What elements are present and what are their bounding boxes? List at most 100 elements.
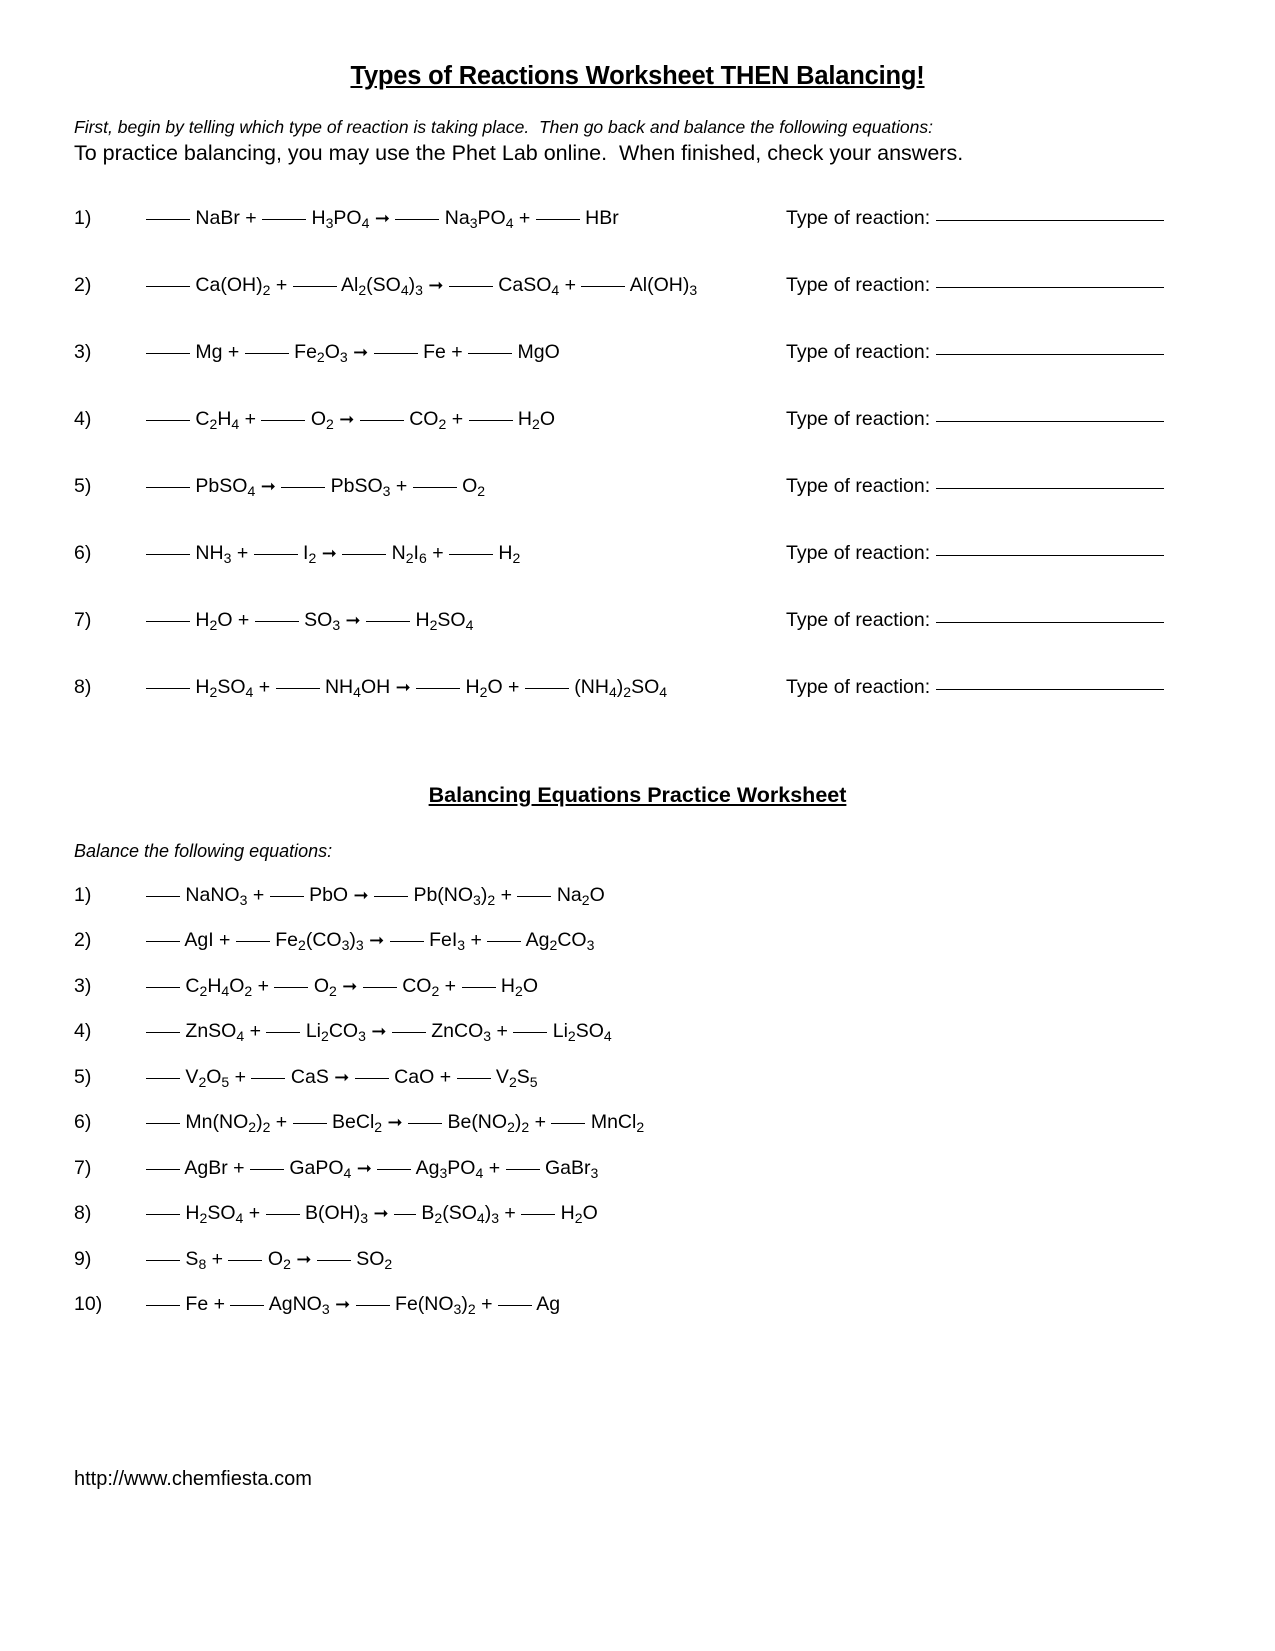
coefficient-blank[interactable] (551, 1123, 586, 1125)
coefficient-blank[interactable] (146, 486, 190, 488)
coefficient-blank[interactable] (146, 218, 190, 220)
coefficient-blank[interactable] (461, 986, 496, 988)
coefficient-blank[interactable] (581, 285, 626, 287)
coefficient-blank[interactable] (265, 1214, 300, 1216)
coefficient-blank[interactable] (274, 986, 309, 988)
section2-instruction: Balance the following equations: (74, 840, 333, 861)
type-of-reaction-blank[interactable] (936, 353, 1165, 355)
type-of-reaction-field: Type of reaction: (786, 408, 1165, 431)
coefficient-blank[interactable] (393, 1214, 416, 1216)
coefficient-blank[interactable] (292, 285, 337, 287)
coefficient-blank[interactable] (497, 1305, 532, 1307)
equation-row: 6) Mn(NO2)2 + BeCl2 ➞ Be(NO2)2 + MnCl2 (0, 1111, 1275, 1157)
equation-row: 5) V2O5 + CaS ➞ CaO + V2S5 (0, 1066, 1275, 1112)
coefficient-blank[interactable] (146, 1214, 180, 1216)
worksheet-page: Types of Reactions Worksheet THEN Balanc… (0, 0, 1275, 1651)
type-of-reaction-blank[interactable] (936, 420, 1165, 422)
coefficient-blank[interactable] (230, 1305, 265, 1307)
coefficient-blank[interactable] (146, 285, 190, 287)
coefficient-blank[interactable] (377, 1168, 412, 1170)
coefficient-blank[interactable] (254, 620, 299, 622)
equation-row: 1) NaNO3 + PbO ➞ Pb(NO3)2 + Na2O (0, 884, 1275, 930)
type-of-reaction-blank[interactable] (936, 554, 1165, 556)
coefficient-blank[interactable] (517, 895, 552, 897)
type-of-reaction-blank[interactable] (936, 621, 1165, 623)
coefficient-blank[interactable] (146, 1259, 180, 1261)
coefficient-blank[interactable] (316, 1259, 351, 1261)
coefficient-blank[interactable] (269, 895, 304, 897)
coefficient-blank[interactable] (359, 419, 404, 421)
footer-url[interactable]: http://www.chemfiesta.com (74, 1468, 312, 1491)
coefficient-blank[interactable] (146, 1123, 180, 1125)
coefficient-blank[interactable] (416, 687, 461, 689)
type-of-reaction-blank[interactable] (936, 487, 1165, 489)
coefficient-blank[interactable] (146, 687, 190, 689)
coefficient-blank[interactable] (449, 553, 494, 555)
page-title: Types of Reactions Worksheet THEN Balanc… (350, 62, 925, 90)
coefficient-blank[interactable] (228, 1259, 263, 1261)
coefficient-blank[interactable] (281, 486, 326, 488)
coefficient-blank[interactable] (468, 352, 513, 354)
coefficient-blank[interactable] (146, 941, 180, 943)
type-of-reaction-blank[interactable] (936, 286, 1165, 288)
type-of-reaction-field: Type of reaction: (786, 274, 1165, 297)
coefficient-blank[interactable] (146, 1077, 180, 1079)
coefficient-blank[interactable] (374, 895, 409, 897)
coefficient-blank[interactable] (266, 1032, 301, 1034)
coefficient-blank[interactable] (292, 1123, 327, 1125)
type-of-reaction-label: Type of reaction: (786, 675, 931, 698)
coefficient-blank[interactable] (448, 285, 493, 287)
coefficient-blank[interactable] (146, 419, 190, 421)
coefficient-blank[interactable] (342, 553, 387, 555)
coefficient-blank[interactable] (521, 1214, 556, 1216)
coefficient-blank[interactable] (146, 1032, 180, 1034)
coefficient-blank[interactable] (354, 1077, 389, 1079)
coefficient-blank[interactable] (366, 620, 411, 622)
equation-expression: C2H4 + O2 ➞ CO2 + H2O (146, 408, 786, 432)
equation-row: 10) Fe + AgNO3 ➞ Fe(NO3)2 + Ag (0, 1293, 1275, 1339)
type-of-reaction-blank[interactable] (936, 219, 1165, 221)
coefficient-blank[interactable] (146, 620, 190, 622)
coefficient-blank[interactable] (505, 1168, 540, 1170)
equation-row: 7) H2O + SO3 ➞ H2SO4 Type of reaction: (0, 609, 1275, 676)
equation-expression: Ca(OH)2 + Al2(SO4)3 ➞ CaSO4 + Al(OH)3 (146, 274, 786, 298)
coefficient-blank[interactable] (456, 1077, 491, 1079)
coefficient-blank[interactable] (261, 419, 306, 421)
coefficient-blank[interactable] (249, 1168, 284, 1170)
reaction-arrow-icon: ➞ (345, 609, 361, 631)
equation-expression: ZnSO4 + Li2CO3 ➞ ZnCO3 + Li2SO4 (146, 1020, 612, 1044)
coefficient-blank[interactable] (146, 352, 190, 354)
coefficient-blank[interactable] (244, 352, 289, 354)
coefficient-blank[interactable] (275, 687, 320, 689)
coefficient-blank[interactable] (146, 986, 180, 988)
equation-number: 4) (74, 1020, 92, 1043)
coefficient-blank[interactable] (146, 1305, 180, 1307)
coefficient-blank[interactable] (535, 218, 580, 220)
coefficient-blank[interactable] (373, 352, 418, 354)
coefficient-blank[interactable] (355, 1305, 390, 1307)
coefficient-blank[interactable] (146, 553, 190, 555)
coefficient-blank[interactable] (487, 941, 522, 943)
type-of-reaction-blank[interactable] (936, 688, 1165, 690)
coefficient-blank[interactable] (146, 1168, 180, 1170)
coefficient-blank[interactable] (146, 895, 180, 897)
coefficient-blank[interactable] (389, 941, 424, 943)
coefficient-blank[interactable] (524, 687, 569, 689)
coefficient-blank[interactable] (412, 486, 457, 488)
coefficient-blank[interactable] (408, 1123, 443, 1125)
coefficient-blank[interactable] (391, 1032, 426, 1034)
coefficient-blank[interactable] (362, 986, 397, 988)
coefficient-blank[interactable] (513, 1032, 548, 1034)
type-of-reaction-label: Type of reaction: (786, 608, 931, 631)
reaction-arrow-icon: ➞ (371, 1021, 387, 1043)
equation-number: 1) (74, 206, 92, 229)
coefficient-blank[interactable] (251, 1077, 286, 1079)
coefficient-blank[interactable] (262, 218, 307, 220)
coefficient-blank[interactable] (253, 553, 298, 555)
coefficient-blank[interactable] (395, 218, 440, 220)
reaction-arrow-icon: ➞ (296, 1248, 312, 1270)
reaction-arrow-icon: ➞ (334, 1066, 350, 1088)
coefficient-blank[interactable] (468, 419, 513, 421)
coefficient-blank[interactable] (235, 941, 270, 943)
type-of-reaction-label: Type of reaction: (786, 541, 931, 564)
